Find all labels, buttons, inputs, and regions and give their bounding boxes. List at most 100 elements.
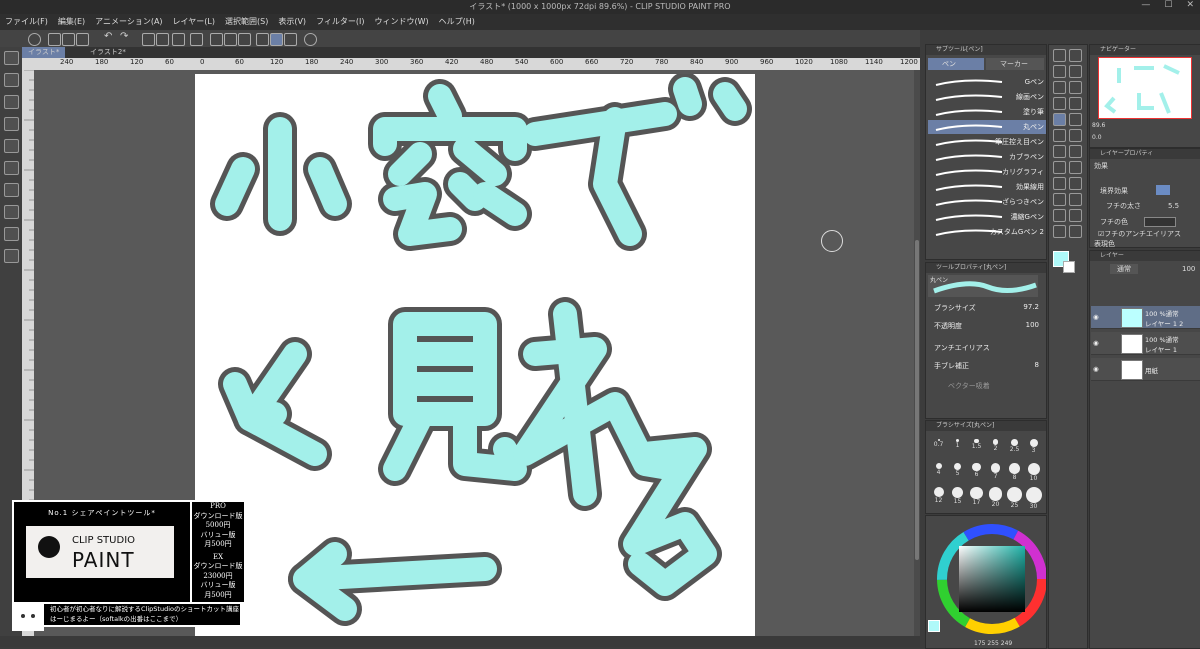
hand-tool-icon[interactable] xyxy=(1053,65,1066,78)
merge-layer-icon[interactable] xyxy=(4,139,19,153)
main-color-swatch[interactable] xyxy=(928,620,940,632)
visibility-eye-icon[interactable]: ◉ xyxy=(1093,339,1099,347)
fill-icon[interactable] xyxy=(172,33,185,46)
border-antialias-label[interactable]: ☑フチのアンチエイリアス xyxy=(1098,229,1181,239)
brush-size-preset[interactable]: 25 xyxy=(1006,487,1023,509)
figure-tool-icon[interactable] xyxy=(1069,177,1082,190)
brush-item[interactable]: カスタムGペン 2 xyxy=(928,225,1046,239)
navigator-preview[interactable] xyxy=(1098,57,1192,119)
tab-pen[interactable]: ペン xyxy=(928,58,984,70)
undo-icon[interactable]: ↶ xyxy=(104,31,115,42)
visibility-eye-icon[interactable]: ◉ xyxy=(1093,313,1099,321)
brush-size-preset[interactable]: 30 xyxy=(1025,487,1042,510)
rotate-value[interactable]: 0.0 xyxy=(1092,134,1102,141)
menu-filter[interactable]: フィルター(I) xyxy=(311,14,369,30)
deselect-icon[interactable] xyxy=(210,33,223,46)
brush-tool-icon[interactable] xyxy=(1053,129,1066,142)
brush-item[interactable]: 丸ペン xyxy=(928,120,1046,134)
frame-tool-icon[interactable] xyxy=(1053,193,1066,206)
stabilization-value[interactable]: 8 xyxy=(1035,361,1039,369)
brush-item[interactable]: 塗り筆 xyxy=(928,105,1046,119)
stabilization-row[interactable]: 手ブレ補正 8 xyxy=(934,361,1039,373)
brush-size-preset[interactable]: 6 xyxy=(968,463,985,478)
brush-item[interactable]: 線画ペン xyxy=(928,90,1046,104)
layer-opacity-value[interactable]: 100 xyxy=(1182,265,1195,273)
delete-layer-icon[interactable] xyxy=(4,95,19,109)
maximize-icon[interactable]: ☐ xyxy=(1164,0,1172,10)
layer-row[interactable]: ◉ 100 %通常 レイヤー 1 2 xyxy=(1091,306,1200,329)
brush-size-preset[interactable]: 7 xyxy=(987,463,1004,480)
tab-illust[interactable]: イラスト* xyxy=(22,47,66,58)
gradient-tool-icon[interactable] xyxy=(1053,177,1066,190)
brush-size-preset[interactable]: 2.5 xyxy=(1006,439,1023,453)
background-color[interactable] xyxy=(1063,261,1075,273)
select-tool-icon[interactable] xyxy=(1053,97,1066,110)
menu-view[interactable]: 表示(V) xyxy=(273,14,311,30)
color-wheel[interactable] xyxy=(926,521,1046,641)
fill-tool-icon[interactable] xyxy=(1069,161,1082,174)
brush-size-preset[interactable]: 10 xyxy=(1025,463,1042,482)
lock-layer-icon[interactable] xyxy=(4,205,19,219)
reference-layer-icon[interactable] xyxy=(4,183,19,197)
layer-row[interactable]: ◉ 100 %通常 レイヤー 1 xyxy=(1091,332,1200,355)
menu-selection[interactable]: 選択範囲(S) xyxy=(220,14,273,30)
save-icon[interactable] xyxy=(76,33,89,46)
menu-edit[interactable]: 編集(E) xyxy=(53,14,90,30)
brush-size-preset[interactable]: 5 xyxy=(949,463,966,477)
brush-size-row[interactable]: ブラシサイズ 97.2 xyxy=(934,303,1039,315)
brush-size-preset[interactable]: 1 xyxy=(949,439,966,449)
vertical-scrollbar[interactable] xyxy=(914,70,920,647)
brush-size-preset[interactable]: 4 xyxy=(930,463,947,476)
vector-tool-icon[interactable] xyxy=(1069,225,1082,238)
ruler-layer-icon[interactable] xyxy=(4,249,19,263)
mask-layer-icon[interactable] xyxy=(4,227,19,241)
redo-icon[interactable]: ↷ xyxy=(120,31,131,42)
brush-size-value[interactable]: 97.2 xyxy=(1023,303,1039,311)
eyedropper-tool-icon[interactable] xyxy=(1069,97,1082,110)
balloon-tool-icon[interactable] xyxy=(1069,209,1082,222)
clear-outside-icon[interactable] xyxy=(156,33,169,46)
brush-item[interactable]: ざらつきペン xyxy=(928,195,1046,209)
snap-grid-icon[interactable] xyxy=(284,33,297,46)
close-icon[interactable]: ✕ xyxy=(1186,0,1194,10)
brush-size-preset[interactable]: 2 xyxy=(987,439,1004,452)
blend-mode-select[interactable]: 通常 xyxy=(1110,264,1138,274)
menu-window[interactable]: ウィンドウ(W) xyxy=(370,14,434,30)
vector-snap-row[interactable]: ベクター吸着 xyxy=(948,381,1053,393)
menu-file[interactable]: ファイル(F) xyxy=(0,14,53,30)
show-selection-icon[interactable] xyxy=(238,33,251,46)
help-icon[interactable] xyxy=(304,33,317,46)
open-file-icon[interactable] xyxy=(62,33,75,46)
tab-illust2[interactable]: イラスト2* xyxy=(84,47,132,58)
brush-size-preset[interactable]: 20 xyxy=(987,487,1004,508)
blend-tool-icon[interactable] xyxy=(1053,161,1066,174)
layer-row[interactable]: ◉ 用紙 xyxy=(1091,358,1200,381)
pencil-tool-icon[interactable] xyxy=(1069,113,1082,126)
menu-layer[interactable]: レイヤー(L) xyxy=(168,14,220,30)
tab-marker[interactable]: マーカー xyxy=(986,58,1044,70)
opacity-value[interactable]: 100 xyxy=(1026,321,1039,329)
brush-size-preset[interactable]: 12 xyxy=(930,487,947,504)
layer-folder-icon[interactable] xyxy=(4,73,19,87)
brush-size-preset[interactable]: 8 xyxy=(1006,463,1023,481)
brush-item[interactable]: Gペン xyxy=(928,75,1046,89)
brush-size-preset[interactable]: 1.5 xyxy=(968,439,985,450)
brush-size-preset[interactable]: 3 xyxy=(1025,439,1042,454)
zoom-tool-icon[interactable] xyxy=(1053,49,1066,62)
object-tool-icon[interactable] xyxy=(1053,81,1066,94)
zoom-value[interactable]: 89.6 xyxy=(1092,122,1105,129)
drawing-canvas[interactable] xyxy=(195,72,755,638)
transform-icon[interactable] xyxy=(190,33,203,46)
airbrush-tool-icon[interactable] xyxy=(1069,129,1082,142)
rotate-tool-icon[interactable] xyxy=(1069,65,1082,78)
antialias-row[interactable]: アンチエイリアス xyxy=(934,343,1039,355)
correction-tool-icon[interactable] xyxy=(1053,225,1066,238)
brush-size-preset[interactable]: 15 xyxy=(949,487,966,505)
border-effect-toggle[interactable] xyxy=(1156,185,1170,195)
new-file-icon[interactable] xyxy=(48,33,61,46)
lasso-tool-icon[interactable] xyxy=(1069,81,1082,94)
menu-animation[interactable]: アニメーション(A) xyxy=(90,14,167,30)
brush-item[interactable]: 濃縮Gペン xyxy=(928,210,1046,224)
brush-item[interactable]: 効果線用 xyxy=(928,180,1046,194)
opacity-row[interactable]: 不透明度 100 xyxy=(934,321,1039,333)
